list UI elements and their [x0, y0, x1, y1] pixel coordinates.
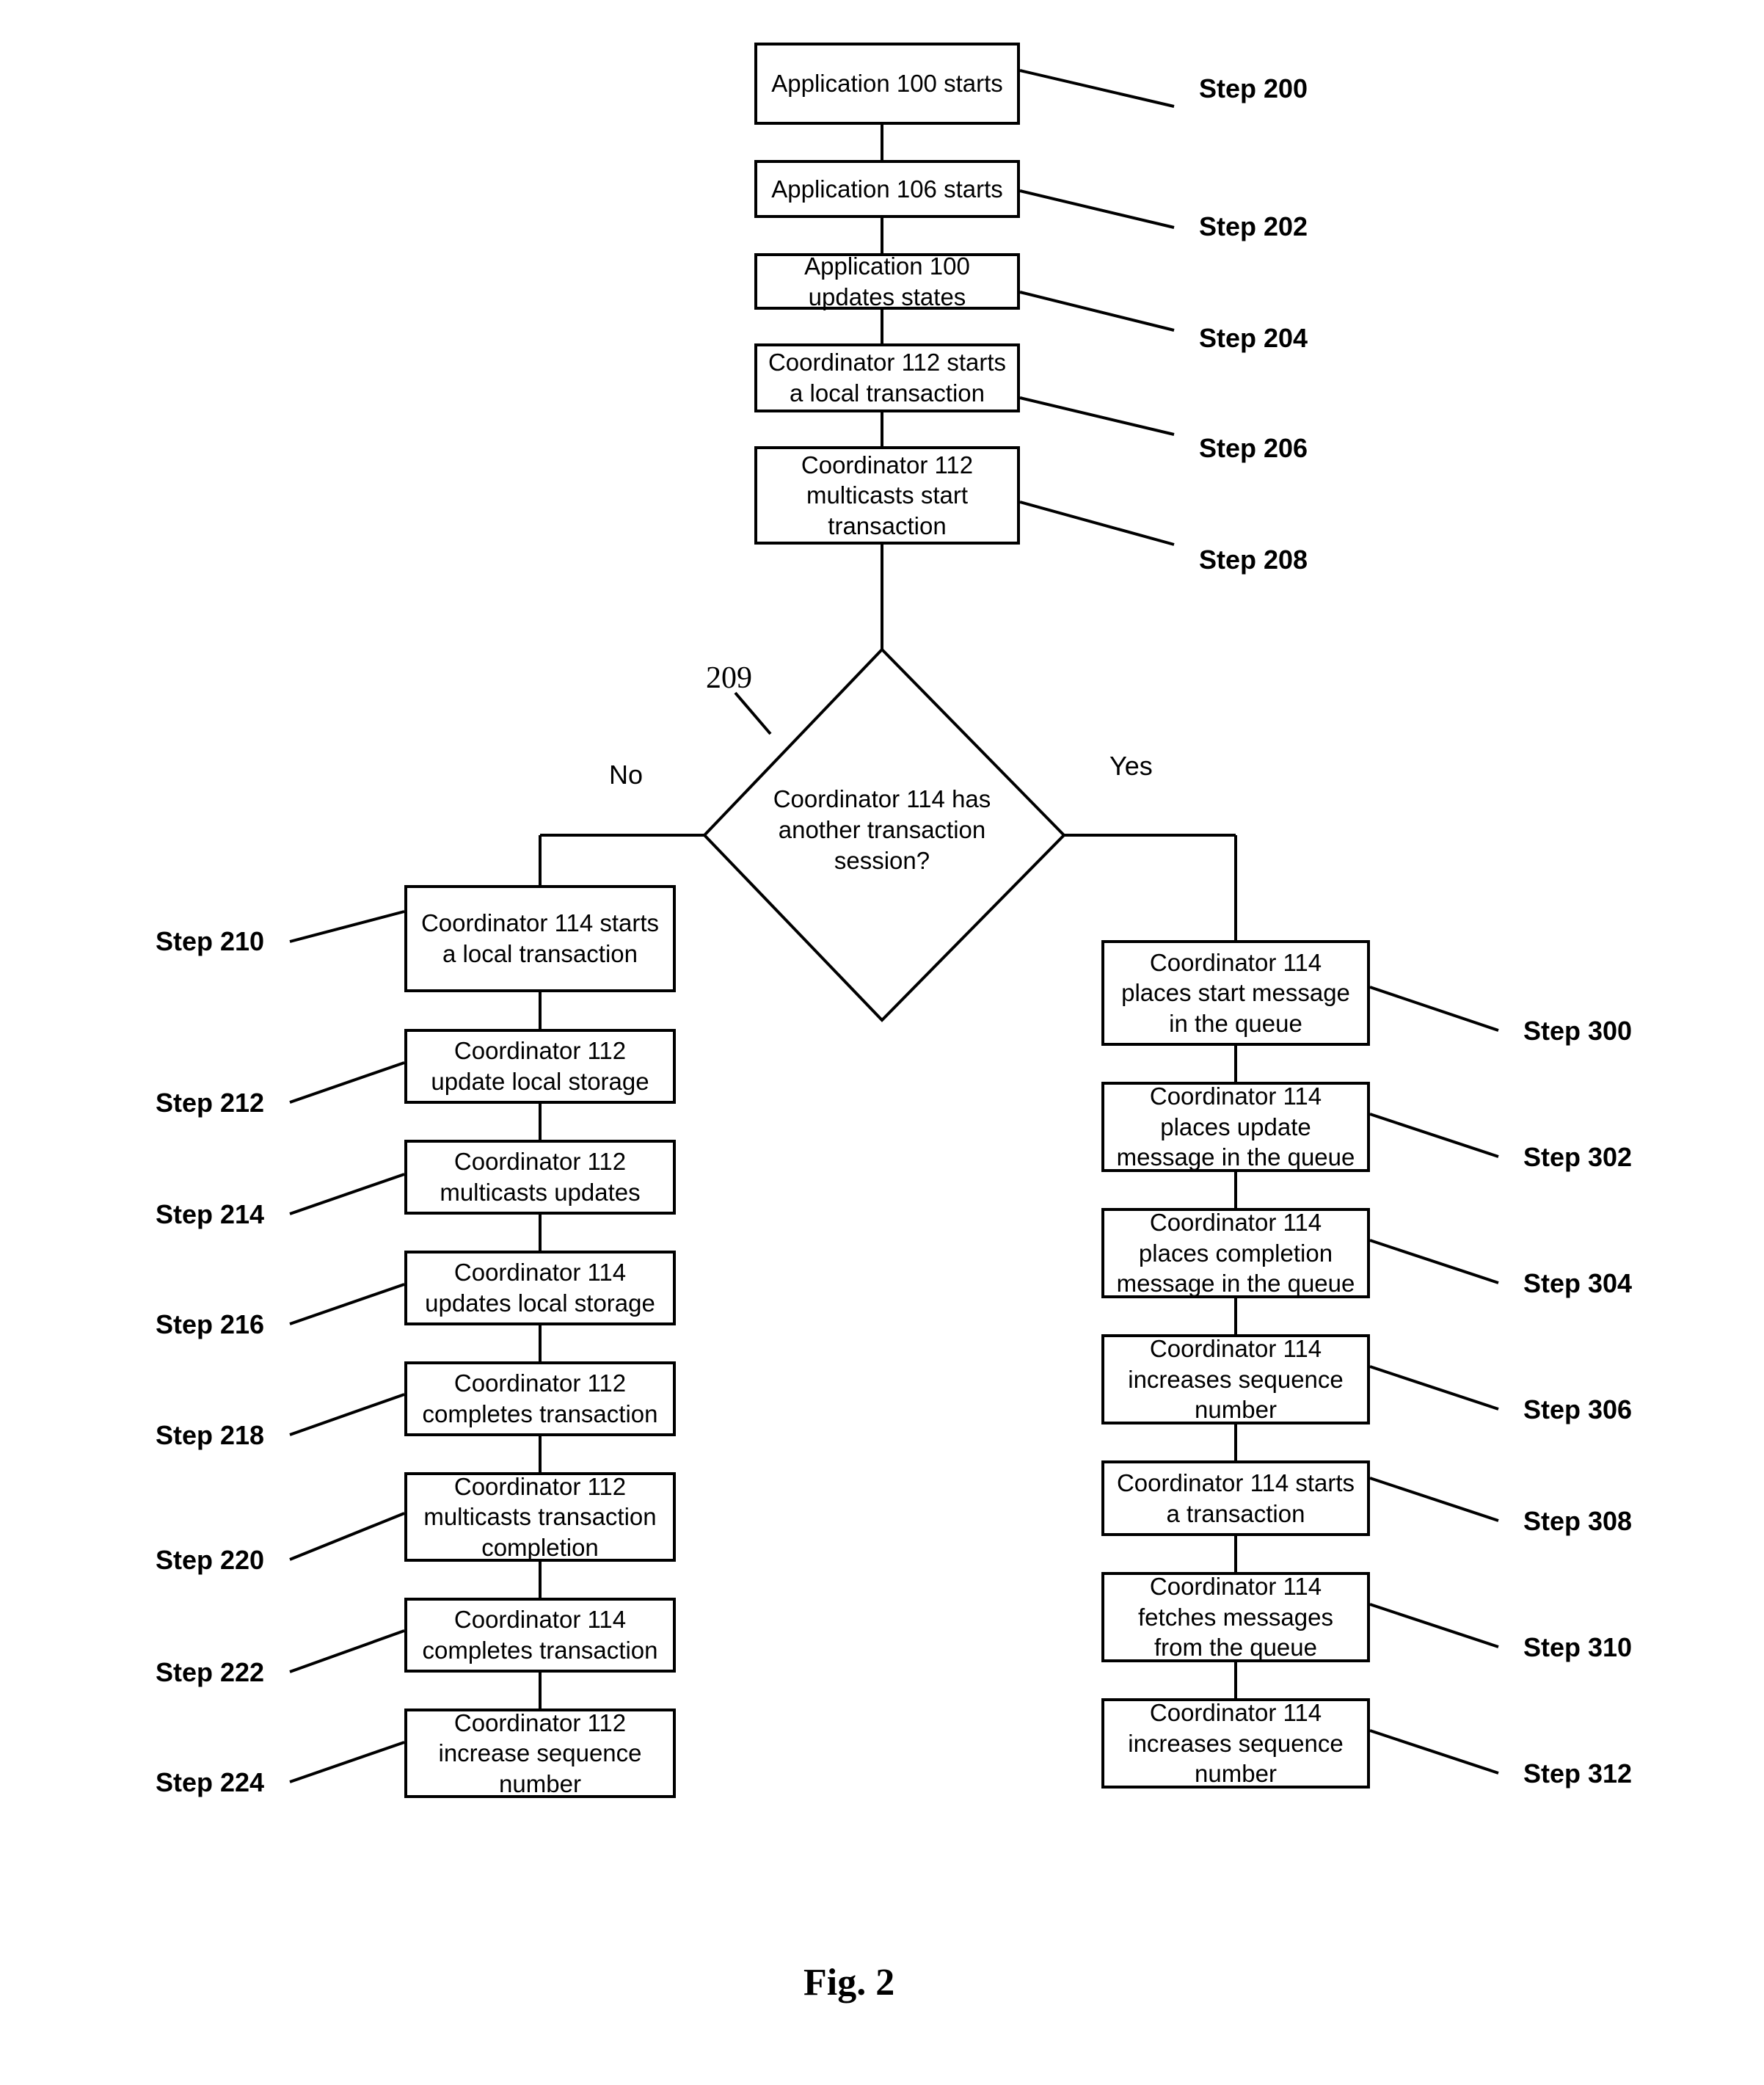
process-node-application-106-starts[interactable]: Application 106 starts	[754, 160, 1020, 218]
leader-step-222	[289, 1629, 405, 1673]
step-label-206: Step 206	[1199, 433, 1308, 463]
process-node-coordinator-114-updates-local-storage[interactable]: Coordinator 114 updates local storage	[404, 1251, 676, 1325]
leader-step-220	[289, 1512, 405, 1561]
leader-step-204	[1019, 291, 1175, 332]
step-label-208: Step 208	[1199, 545, 1308, 575]
process-node-coordinator-112-update-local-storage[interactable]: Coordinator 112 update local storage	[404, 1029, 676, 1104]
process-node-coordinator-112-multicasts-start-transaction[interactable]: Coordinator 112 multicasts start transac…	[754, 446, 1020, 545]
leader-step-218	[289, 1393, 405, 1436]
step-label-300: Step 300	[1523, 1016, 1633, 1046]
leader-step-216	[289, 1283, 405, 1325]
step-label-210: Step 210	[156, 926, 265, 956]
reference-numeral-209: 209	[706, 661, 752, 695]
decision-label: Coordinator 114 has another transaction …	[773, 785, 991, 875]
figure-sheet: Application 100 starts Application 106 s…	[0, 0, 1764, 2085]
process-node-application-100-updates-states[interactable]: Application 100 updates states	[754, 252, 1020, 310]
leader-ref-209	[734, 691, 772, 735]
leader-step-306	[1369, 1365, 1499, 1411]
process-node-coordinator-112-increase-sequence-number[interactable]: Coordinator 112 increase sequence number	[404, 1709, 676, 1798]
process-node-coordinator-114-places-completion-message[interactable]: Coordinator 114 places completion messag…	[1101, 1208, 1370, 1298]
process-node-coordinator-114-starts-local-transaction[interactable]: Coordinator 114 starts a local transacti…	[404, 885, 676, 992]
branch-label-no: No	[609, 760, 644, 790]
step-label-200: Step 200	[1199, 73, 1308, 103]
process-node-coordinator-112-multicasts-transaction-completion[interactable]: Coordinator 112 multicasts transaction c…	[404, 1472, 676, 1562]
process-node-coordinator-114-increases-sequence-number-312[interactable]: Coordinator 114 increases sequence numbe…	[1101, 1698, 1370, 1789]
step-label-216: Step 216	[156, 1309, 265, 1339]
step-label-306: Step 306	[1523, 1394, 1633, 1424]
connector-lines	[289, 69, 1499, 1783]
figure-caption: Fig. 2	[803, 1962, 895, 2004]
step-label-214: Step 214	[156, 1199, 265, 1229]
process-node-application-100-starts[interactable]: Application 100 starts	[754, 43, 1020, 125]
process-node-coordinator-112-multicasts-updates[interactable]: Coordinator 112 multicasts updates	[404, 1140, 676, 1215]
step-label-304: Step 304	[1523, 1268, 1633, 1298]
process-node-coordinator-114-fetches-messages[interactable]: Coordinator 114 fetches messages from th…	[1101, 1572, 1370, 1662]
step-label-204: Step 204	[1199, 323, 1308, 353]
step-label-312: Step 312	[1523, 1758, 1633, 1789]
process-node-coordinator-114-starts-a-transaction[interactable]: Coordinator 114 starts a transaction	[1101, 1460, 1370, 1536]
step-label-310: Step 310	[1523, 1632, 1633, 1662]
step-label-212: Step 212	[156, 1088, 265, 1118]
leader-step-224	[289, 1741, 405, 1783]
leader-step-208	[1019, 501, 1175, 546]
process-node-coordinator-112-starts-local-transaction[interactable]: Coordinator 112 starts a local transacti…	[754, 343, 1020, 412]
leader-step-210	[289, 910, 405, 943]
leader-step-300	[1369, 986, 1499, 1032]
leader-step-312	[1369, 1729, 1499, 1775]
leader-step-304	[1369, 1239, 1499, 1284]
branch-label-yes: Yes	[1109, 751, 1153, 781]
process-node-coordinator-114-places-start-message[interactable]: Coordinator 114 places start message in …	[1101, 940, 1370, 1046]
leader-step-302	[1369, 1113, 1499, 1158]
step-label-302: Step 302	[1523, 1142, 1633, 1172]
leader-step-202	[1019, 189, 1175, 229]
leader-step-308	[1369, 1477, 1499, 1522]
process-node-coordinator-114-increases-sequence-number-306[interactable]: Coordinator 114 increases sequence numbe…	[1101, 1334, 1370, 1424]
step-label-308: Step 308	[1523, 1506, 1633, 1536]
leader-step-200	[1019, 69, 1175, 108]
step-label-202: Step 202	[1199, 211, 1308, 241]
process-node-coordinator-114-places-update-message[interactable]: Coordinator 114 places update message in…	[1101, 1082, 1370, 1172]
leader-step-206	[1019, 396, 1175, 436]
step-label-222: Step 222	[156, 1657, 265, 1687]
step-label-218: Step 218	[156, 1420, 265, 1450]
leader-step-310	[1369, 1603, 1499, 1648]
step-label-220: Step 220	[156, 1545, 265, 1575]
process-node-coordinator-112-completes-transaction[interactable]: Coordinator 112 completes transaction	[404, 1361, 676, 1436]
leader-step-214	[289, 1173, 405, 1215]
step-label-224: Step 224	[156, 1767, 265, 1797]
process-node-coordinator-114-completes-transaction[interactable]: Coordinator 114 completes transaction	[404, 1598, 676, 1673]
leader-step-212	[289, 1061, 405, 1104]
